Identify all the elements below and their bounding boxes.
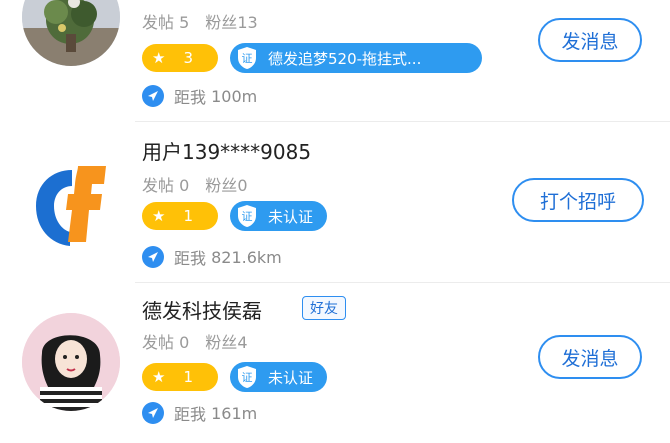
user-stats: 发帖 5 粉丝13	[142, 13, 258, 32]
distance-info: 距我 821.6km	[142, 245, 282, 269]
svg-text:证: 证	[242, 52, 253, 65]
star-icon: ★	[152, 368, 166, 386]
level-badge: ★ 3	[142, 44, 218, 72]
user-list-item[interactable]: 用户139****9085 发帖 0 粉丝0 ★ 1 证 未认证 距我 821.6…	[0, 122, 670, 282]
f-logo-image	[36, 166, 106, 246]
shield-cert-icon: 证	[238, 366, 256, 388]
location-arrow-icon	[142, 85, 164, 107]
user-list-item[interactable]: 德发科技侯磊 好友 发帖 0 粉丝4 ★ 1 证 未认证 距我 161m 发消息	[0, 283, 670, 443]
user-name[interactable]: 用户139****9085	[142, 136, 311, 165]
avatar[interactable]	[22, 0, 120, 66]
avatar[interactable]	[22, 313, 120, 411]
friend-tag: 好友	[302, 296, 346, 320]
user-list-item[interactable]: 发帖 5 粉丝13 ★ 3 证 德发追梦520-拖挂式... 距我 100m 发消…	[0, 0, 670, 120]
level-badge: ★ 1	[142, 202, 218, 230]
distance-info: 距我 100m	[142, 84, 257, 108]
user-stats: 发帖 0 粉丝4	[142, 333, 248, 352]
shield-cert-icon: 证	[238, 205, 256, 227]
location-arrow-icon	[142, 246, 164, 268]
location-arrow-icon	[142, 402, 164, 424]
star-icon: ★	[152, 49, 166, 67]
cert-badge[interactable]: 证 德发追梦520-拖挂式...	[230, 43, 482, 73]
avatar[interactable]	[22, 156, 120, 254]
svg-text:证: 证	[242, 210, 253, 223]
woman-illustration-image	[22, 313, 120, 411]
cert-badge[interactable]: 证 未认证	[230, 201, 328, 231]
distance-info: 距我 161m	[142, 401, 257, 425]
send-message-button[interactable]: 发消息	[538, 335, 642, 379]
star-icon: ★	[152, 207, 166, 225]
cert-badge[interactable]: 证 未认证	[230, 362, 328, 392]
svg-text:证: 证	[242, 371, 253, 384]
send-message-button[interactable]: 发消息	[538, 18, 642, 62]
say-hello-button[interactable]: 打个招呼	[512, 178, 644, 222]
level-badge: ★ 1	[142, 363, 218, 391]
user-name[interactable]: 德发科技侯磊	[142, 295, 262, 324]
plant-photo-image	[22, 0, 120, 66]
shield-cert-icon: 证	[238, 47, 256, 69]
user-stats: 发帖 0 粉丝0	[142, 176, 248, 195]
